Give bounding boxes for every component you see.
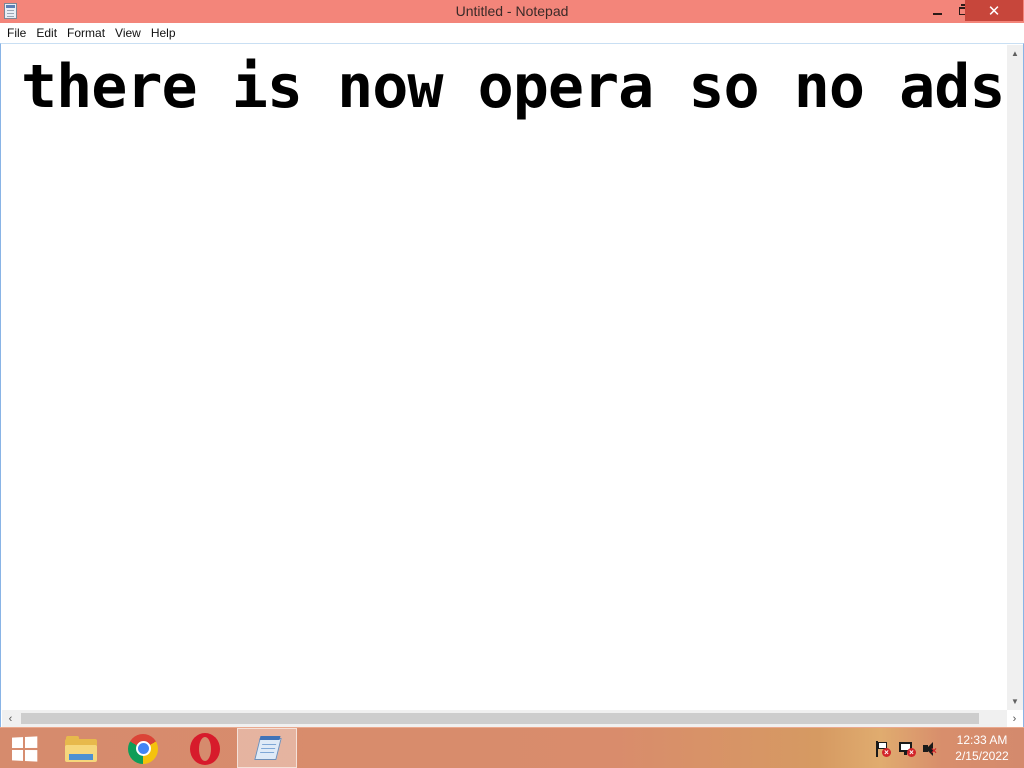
clock-date: 2/15/2022 — [955, 749, 1009, 763]
action-center-flag-icon[interactable]: × — [874, 741, 891, 757]
network-icon[interactable]: × — [898, 741, 916, 757]
close-button[interactable]: ✕ — [965, 0, 1023, 21]
menu-bar: File Edit Format View Help — [0, 23, 1024, 43]
scroll-left-icon[interactable]: ‹ — [2, 710, 19, 727]
horizontal-scroll-thumb[interactable] — [21, 713, 979, 724]
minimize-icon — [932, 12, 942, 15]
start-icon — [12, 735, 38, 762]
notepad-icon — [254, 734, 282, 762]
minimize-button[interactable] — [924, 0, 950, 21]
title-bar[interactable]: Untitled - Notepad ✕ — [0, 0, 1024, 23]
editor-frame: there is now opera so no ads ▲ ▼ ‹ › — [0, 43, 1024, 727]
taskbar-notepad[interactable] — [237, 728, 297, 768]
menu-help[interactable]: Help — [146, 24, 181, 42]
chrome-icon — [128, 733, 158, 764]
system-clock[interactable]: 12:33 AM 2/15/2022 — [944, 732, 1020, 764]
taskbar-opera[interactable] — [182, 729, 228, 768]
taskbar-chrome[interactable] — [120, 729, 166, 768]
vertical-scrollbar[interactable]: ▲ ▼ — [1007, 45, 1023, 710]
taskbar-file-explorer[interactable] — [58, 729, 104, 768]
clock-time: 12:33 AM — [956, 733, 1008, 747]
menu-view[interactable]: View — [110, 24, 146, 42]
horizontal-scrollbar[interactable]: ‹ › — [2, 710, 1016, 727]
file-explorer-icon — [65, 735, 97, 762]
window-title: Untitled - Notepad — [455, 3, 569, 19]
taskbar: × × × 12:33 AM 2/15/2022 — [0, 727, 1024, 768]
menu-file[interactable]: File — [2, 24, 31, 42]
opera-icon — [190, 732, 220, 765]
start-button[interactable] — [0, 729, 48, 768]
menu-format[interactable]: Format — [62, 24, 110, 42]
volume-muted-icon[interactable]: × — [922, 741, 938, 757]
close-icon: ✕ — [987, 2, 1001, 20]
editor-text[interactable]: there is now opera so no ads — [21, 51, 1005, 123]
text-editor[interactable]: there is now opera so no ads — [2, 45, 1007, 710]
menu-edit[interactable]: Edit — [31, 24, 62, 42]
scroll-down-icon[interactable]: ▼ — [1007, 693, 1023, 710]
scroll-right-icon[interactable]: › — [1006, 710, 1023, 727]
scroll-up-icon[interactable]: ▲ — [1007, 45, 1023, 62]
